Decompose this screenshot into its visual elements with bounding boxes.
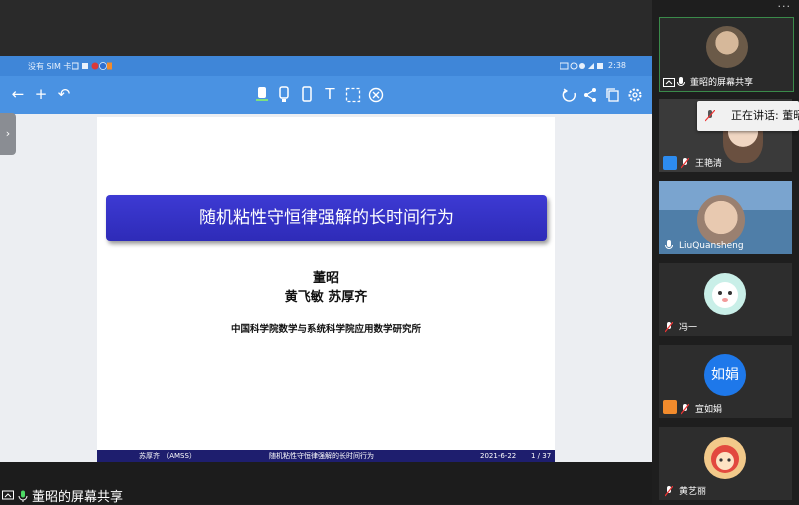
participant-tile-3[interactable]: LiuQuansheng [659, 181, 792, 254]
sim-status: 没有 SIM 卡 [28, 62, 72, 71]
participant-name: 董昭的屏幕共享 [690, 78, 754, 88]
participant-name: 宣如娟 [695, 405, 723, 415]
system-tray-icons [560, 62, 603, 70]
text-tool-icon[interactable]: T [320, 84, 340, 104]
participant-panel: ··· 董昭的屏幕共享 王艳清 LiuQuansheng 冯一 如娟 宣如娟 黄… [652, 0, 799, 504]
eraser-icon[interactable] [300, 86, 314, 104]
screen-share-label-text: 董昭的屏幕共享 [32, 490, 124, 505]
back-arrow-icon[interactable]: ← [8, 84, 28, 104]
slide-coauthors: 黄飞敏 苏厚齐 [284, 290, 368, 305]
pen-icon[interactable] [254, 86, 270, 104]
screen-share-icon [663, 78, 675, 87]
highlighter-icon[interactable] [277, 86, 291, 104]
mic-icon [18, 490, 28, 502]
chevron-right-icon: › [5, 127, 11, 140]
mic-icon [665, 240, 673, 249]
select-tool-icon[interactable] [345, 87, 361, 103]
bottom-bar: 董昭的屏幕共享 [0, 462, 652, 505]
text-avatar: 如娟 [704, 354, 746, 396]
slide-institution: 中国科学院数学与系统科学院应用数学研究所 [230, 324, 421, 335]
speaking-text: 正在讲话: 董昭; [731, 109, 799, 122]
settings-gear-icon[interactable] [627, 87, 643, 103]
speaker-mic-icon [705, 110, 715, 122]
device-status-bar: 没有 SIM 卡 2:38 [0, 56, 652, 76]
presentation-slide: 随机粘性守恒律强解的长时间行为 董昭 黄飞敏 苏厚齐 中国科学院数学与系统科学院… [97, 117, 555, 462]
participant-name: 王艳清 [695, 159, 723, 169]
mic-muted-icon [665, 486, 673, 497]
mic-muted-icon [681, 404, 689, 415]
user-icon [663, 156, 677, 170]
slide-presenter: 董昭 [312, 271, 339, 286]
cartoon-avatar-icon [704, 437, 746, 479]
person-photo-icon [706, 26, 748, 68]
participant-tile-5[interactable]: 如娟 宣如娟 [659, 345, 792, 418]
whiteboard-toolbar: ← + ↶ T [0, 76, 652, 114]
screen-share-label: 董昭的屏幕共享 [2, 490, 124, 505]
participant-name: 冯一 [679, 323, 698, 333]
status-icons [72, 62, 112, 70]
copy-icon[interactable] [605, 87, 621, 103]
person-photo-icon [697, 195, 745, 245]
top-strip [0, 0, 652, 56]
footer-title: 随机粘性守恒律强解的长时间行为 [269, 452, 374, 460]
rotate-icon[interactable] [562, 87, 578, 103]
slide-footer: 苏厚齐 （AMSS） 随机粘性守恒律强解的长时间行为 2021-6-22 1 /… [97, 450, 555, 462]
screen-share-icon [2, 490, 14, 500]
clock: 2:38 [608, 61, 626, 70]
participant-tile-4[interactable]: 冯一 [659, 263, 792, 336]
participant-tile-6[interactable]: 黄艺丽 [659, 427, 792, 500]
participant-tile-1[interactable]: 董昭的屏幕共享 [659, 17, 794, 92]
clear-icon[interactable] [368, 87, 384, 103]
side-panel-expand-handle[interactable]: › [0, 113, 16, 155]
slide-title: 随机粘性守恒律强解的长时间行为 [106, 195, 547, 241]
more-options-icon[interactable]: ··· [778, 0, 792, 13]
mic-muted-icon [665, 322, 673, 333]
cartoon-avatar-icon [704, 273, 746, 315]
mic-icon [677, 77, 685, 86]
footer-date: 2021-6-22 [480, 452, 517, 460]
footer-page: 1 / 37 [531, 452, 552, 460]
participant-name: 黄艺丽 [679, 487, 707, 497]
footer-presenter: 苏厚齐 （AMSS） [139, 452, 196, 460]
speaking-indicator-tooltip: 正在讲话: 董昭; [697, 101, 799, 131]
participant-name: LiuQuansheng [679, 241, 744, 251]
user-icon [663, 400, 677, 414]
undo-icon[interactable]: ↶ [54, 84, 74, 104]
share-icon[interactable] [582, 87, 598, 103]
mic-muted-icon [681, 158, 689, 169]
add-icon[interactable]: + [31, 84, 51, 104]
